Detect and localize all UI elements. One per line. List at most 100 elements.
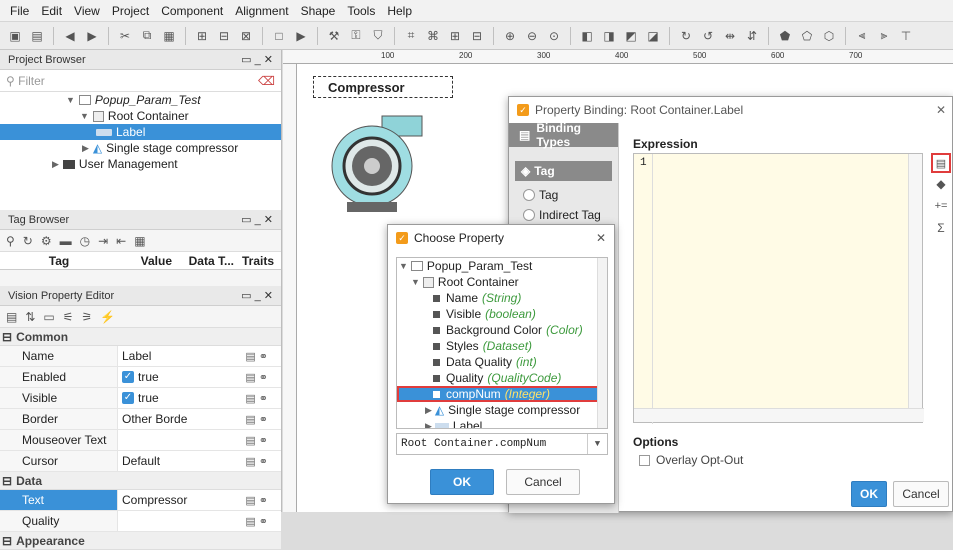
- property-row-text[interactable]: Text Compressor ▤ ⚭: [0, 490, 281, 511]
- operator-icon[interactable]: +=: [931, 195, 951, 217]
- edit-icon[interactable]: ▤: [245, 434, 255, 447]
- property-picker-icon[interactable]: ▤: [931, 153, 951, 173]
- canvas-label[interactable]: Compressor: [313, 76, 453, 98]
- property-row-cursor[interactable]: Cursor Default ▤ ⚭: [0, 451, 281, 472]
- custom-props-icon[interactable]: ⚟: [63, 310, 74, 324]
- link-icon[interactable]: ⚭: [259, 494, 268, 507]
- align-top-icon[interactable]: ⊤: [897, 27, 915, 45]
- tag-picker-icon[interactable]: ◆: [931, 173, 951, 195]
- grid-icon[interactable]: ⌗: [402, 27, 420, 45]
- menu-alignment[interactable]: Alignment: [235, 4, 288, 18]
- edit-icon[interactable]: ▤: [245, 350, 255, 363]
- zoom-fit-icon[interactable]: ⊙: [545, 27, 563, 45]
- panel-window-controls[interactable]: ▭ _ ✕: [241, 213, 273, 226]
- choose-ok-button[interactable]: OK: [430, 469, 494, 495]
- menu-view[interactable]: View: [74, 4, 100, 18]
- link-icon[interactable]: ⚭: [259, 434, 268, 447]
- save-all-icon[interactable]: ▤: [28, 27, 46, 45]
- checkbox-icon[interactable]: ✓: [122, 392, 134, 404]
- edit-icon[interactable]: ▤: [245, 413, 255, 426]
- property-value[interactable]: ✓ true: [118, 388, 232, 408]
- menu-shape[interactable]: Shape: [301, 4, 336, 18]
- edit-icon[interactable]: ▤: [245, 392, 255, 405]
- tree-scrollbar[interactable]: [597, 258, 607, 428]
- link-icon[interactable]: ⚭: [259, 413, 268, 426]
- key-icon[interactable]: ⚿: [347, 27, 365, 45]
- link-icon[interactable]: ⚭: [259, 350, 268, 363]
- menu-file[interactable]: File: [10, 4, 29, 18]
- menu-tools[interactable]: Tools: [347, 4, 375, 18]
- tree-item-prop-data-quality[interactable]: Data Quality (int): [397, 354, 607, 370]
- layer4-icon[interactable]: ◪: [644, 27, 662, 45]
- ungroup-icon[interactable]: ⊟: [215, 27, 233, 45]
- tree-item-popup[interactable]: ▼ Popup_Param_Test: [0, 92, 281, 108]
- style-icon[interactable]: ⚡: [100, 310, 115, 324]
- filter-input[interactable]: Filter: [18, 74, 45, 88]
- panel-window-controls[interactable]: ▭ _ ✕: [241, 53, 273, 66]
- layer2-icon[interactable]: ◨: [600, 27, 618, 45]
- property-value[interactable]: [118, 430, 232, 450]
- menu-component[interactable]: Component: [161, 4, 223, 18]
- property-value[interactable]: Default: [118, 451, 232, 471]
- zoom-out-icon[interactable]: ⊖: [523, 27, 541, 45]
- checkbox-icon[interactable]: ✓: [122, 371, 134, 383]
- category-data[interactable]: ⊟ Data: [0, 472, 281, 490]
- choose-cancel-button[interactable]: Cancel: [506, 469, 580, 495]
- filter-icon[interactable]: ⚞: [82, 310, 93, 324]
- forward-icon[interactable]: ▶: [83, 27, 101, 45]
- refresh-icon[interactable]: ↻: [23, 234, 33, 248]
- expression-scrollbar-h[interactable]: [634, 408, 924, 422]
- filter-action-icon[interactable]: ⌫: [258, 74, 275, 88]
- shape-icon[interactable]: ⬟: [776, 27, 794, 45]
- back-icon[interactable]: ◀: [61, 27, 79, 45]
- property-value[interactable]: ✓ true: [118, 367, 232, 387]
- zoom-in-icon[interactable]: ⊕: [501, 27, 519, 45]
- tree-item-prop-compnum[interactable]: compNum (Integer): [397, 386, 607, 402]
- property-value[interactable]: Compressor: [118, 490, 232, 510]
- grid2-icon[interactable]: ⌘: [424, 27, 442, 45]
- edit-icon[interactable]: ▤: [245, 515, 255, 528]
- property-value[interactable]: [118, 511, 232, 531]
- tag-section-header[interactable]: ◈ Tag: [515, 161, 612, 181]
- close-icon[interactable]: ✕: [936, 103, 946, 117]
- link-icon[interactable]: ⚭: [259, 515, 268, 528]
- menu-help[interactable]: Help: [387, 4, 412, 18]
- table-icon[interactable]: ▦: [134, 234, 145, 248]
- col-value[interactable]: Value: [118, 254, 172, 268]
- rotate-icon[interactable]: ↻: [677, 27, 695, 45]
- grid3-icon[interactable]: ⊞: [446, 27, 464, 45]
- function-icon[interactable]: Σ: [931, 217, 951, 239]
- col-tag[interactable]: Tag: [0, 254, 118, 268]
- overlay-optout-checkbox[interactable]: Overlay Opt-Out: [639, 453, 743, 467]
- input-icon[interactable]: ▭: [43, 310, 54, 324]
- align-right-icon[interactable]: ⫸: [875, 27, 893, 45]
- paste-icon[interactable]: ▦: [160, 27, 178, 45]
- property-value[interactable]: Label: [118, 346, 232, 366]
- align-icon[interactable]: ⊠: [237, 27, 255, 45]
- tree-item-prop-visible[interactable]: Visible (boolean): [397, 306, 607, 322]
- shield-icon[interactable]: ⛉: [369, 27, 387, 45]
- menu-project[interactable]: Project: [112, 4, 149, 18]
- tree-item-prop-name[interactable]: Name (String): [397, 290, 607, 306]
- align-left-icon[interactable]: ⫷: [853, 27, 871, 45]
- link-icon[interactable]: ⚭: [259, 392, 268, 405]
- search-icon[interactable]: ⚲: [6, 234, 15, 248]
- tag-add-icon[interactable]: ⚙: [41, 234, 52, 248]
- category-common[interactable]: ⊟ Common: [0, 328, 281, 346]
- property-row-quality[interactable]: Quality ▤ ⚭: [0, 511, 281, 532]
- sort-icon[interactable]: ⇅: [25, 310, 35, 324]
- tree-item-prop-styles[interactable]: Styles (Dataset): [397, 338, 607, 354]
- expression-editor[interactable]: 1: [633, 153, 924, 424]
- property-row-border[interactable]: Border Other Borde ▤ ⚭: [0, 409, 281, 430]
- property-row-visible[interactable]: Visible ✓ true ▤ ⚭: [0, 388, 281, 409]
- udt-icon[interactable]: ▬: [60, 234, 72, 248]
- tree-item-user-management[interactable]: ▶ User Management: [0, 156, 281, 172]
- property-row-name[interactable]: Name Label ▤ ⚭: [0, 346, 281, 367]
- play-icon[interactable]: ▶: [292, 27, 310, 45]
- copy-icon[interactable]: ⧉: [138, 27, 156, 45]
- property-path-field[interactable]: Root Container.compNum ▼: [396, 433, 608, 455]
- property-row-enabled[interactable]: Enabled ✓ true ▤ ⚭: [0, 367, 281, 388]
- tree-item-popup[interactable]: ▼ Popup_Param_Test: [397, 258, 607, 274]
- rotate-ccw-icon[interactable]: ↺: [699, 27, 717, 45]
- tree-item-label[interactable]: ▶ Label: [397, 418, 607, 428]
